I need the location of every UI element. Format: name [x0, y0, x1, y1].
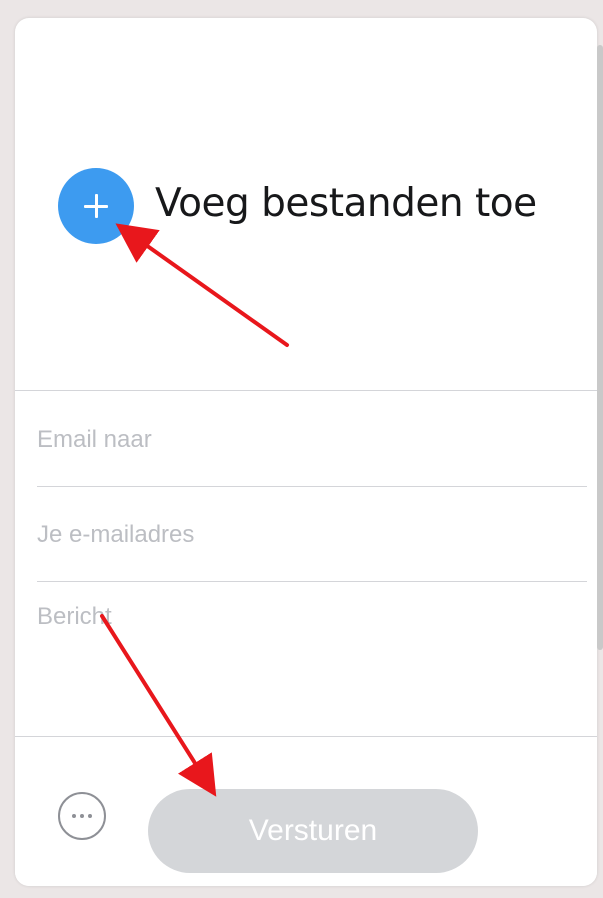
message-input[interactable]: [37, 603, 587, 723]
send-button[interactable]: Versturen: [148, 789, 478, 873]
screenshot-frame: Voeg bestanden toe Versturen: [0, 0, 603, 898]
add-files-button[interactable]: [58, 168, 134, 244]
plus-icon: [84, 194, 108, 218]
email-from-input[interactable]: [37, 488, 587, 582]
field-divider: [37, 581, 587, 582]
more-options-button[interactable]: [58, 792, 106, 840]
upload-divider: [15, 390, 597, 391]
panel-footer: Versturen: [15, 736, 597, 886]
more-dots-icon: [72, 814, 92, 818]
scrollbar[interactable]: [597, 45, 603, 650]
add-files-area[interactable]: Voeg bestanden toe: [15, 18, 597, 390]
email-to-field-wrap: [37, 393, 587, 487]
email-to-input[interactable]: [37, 393, 587, 487]
message-field-wrap: [37, 603, 587, 733]
field-divider: [37, 486, 587, 487]
email-from-field-wrap: [37, 488, 587, 582]
transfer-panel: Voeg bestanden toe Versturen: [15, 18, 597, 886]
add-files-label[interactable]: Voeg bestanden toe: [155, 181, 537, 226]
